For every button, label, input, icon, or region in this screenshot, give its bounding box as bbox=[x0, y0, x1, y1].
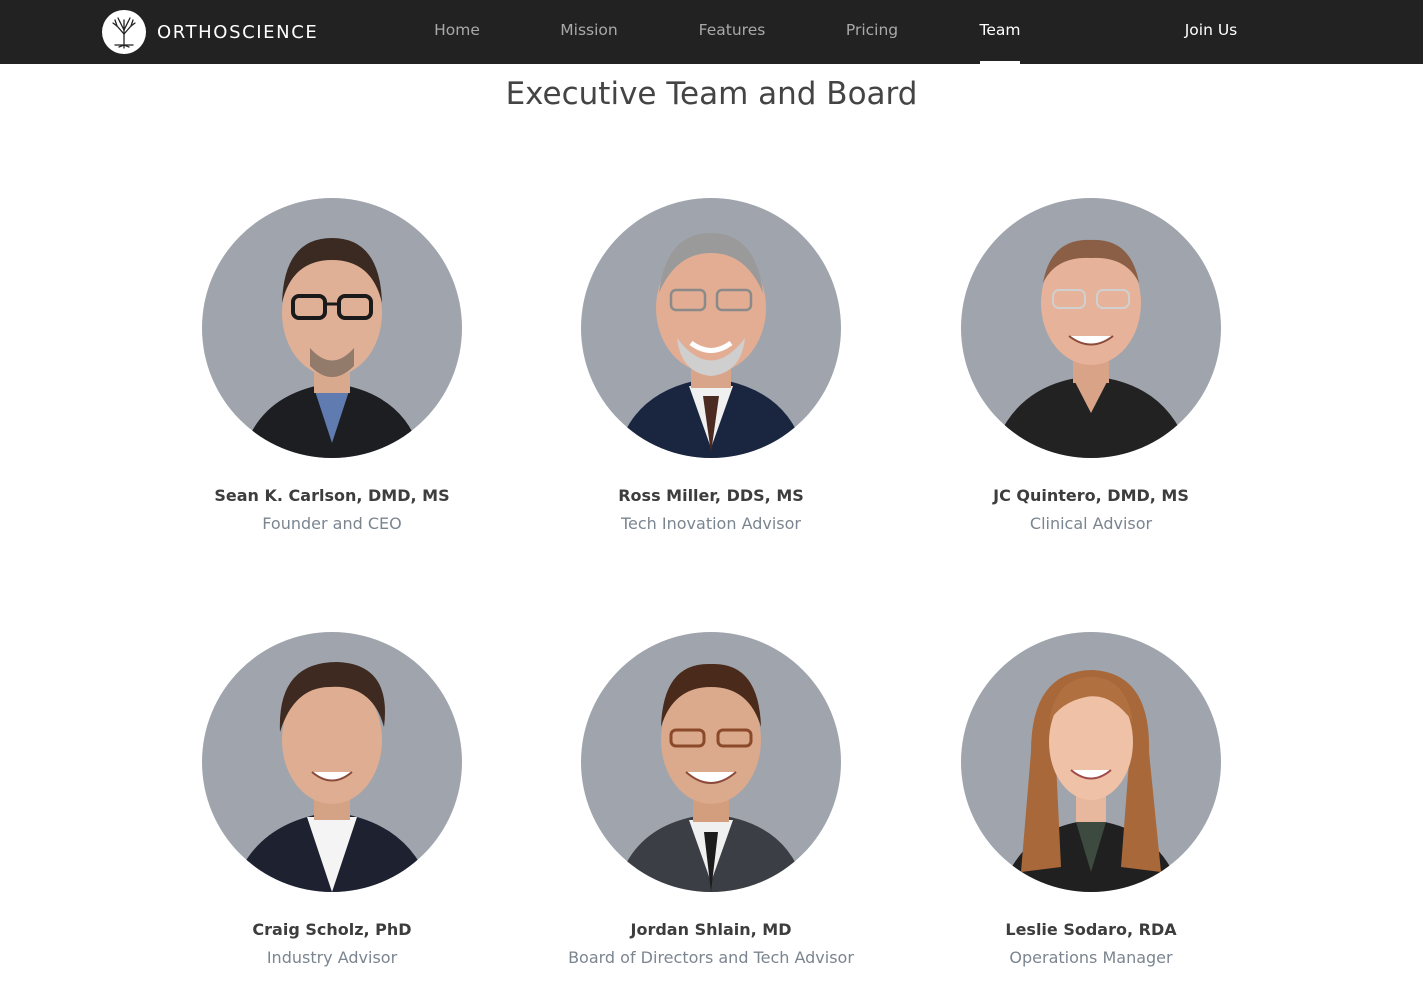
team-member-card: JC Quintero, DMD, MS Clinical Advisor bbox=[901, 198, 1281, 533]
member-role: Clinical Advisor bbox=[1029, 514, 1153, 533]
member-role: Tech Inovation Advisor bbox=[620, 514, 801, 533]
member-role: Operations Manager bbox=[1009, 948, 1173, 967]
nav-team-link[interactable]: Team bbox=[980, 21, 1021, 39]
member-name: Sean K. Carlson, DMD, MS bbox=[214, 486, 450, 505]
team-member-card: Sean K. Carlson, DMD, MS Founder and CEO bbox=[142, 198, 522, 533]
join-us-link[interactable]: Join Us bbox=[1185, 21, 1238, 39]
brand-name: ORTHOSCIENCE bbox=[157, 21, 319, 43]
member-role: Board of Directors and Tech Advisor bbox=[568, 948, 854, 967]
member-name: Ross Miller, DDS, MS bbox=[618, 486, 804, 505]
member-role: Industry Advisor bbox=[266, 948, 398, 967]
team-member-card: Leslie Sodaro, RDA Operations Manager bbox=[901, 632, 1281, 967]
member-photo bbox=[961, 632, 1221, 892]
member-photo bbox=[581, 632, 841, 892]
tree-logo-icon bbox=[102, 10, 146, 54]
member-role: Founder and CEO bbox=[262, 514, 402, 533]
member-photo bbox=[581, 198, 841, 458]
brand-home-link[interactable]: ORTHOSCIENCE bbox=[102, 10, 318, 54]
member-name: Jordan Shlain, MD bbox=[630, 920, 792, 939]
member-photo bbox=[202, 198, 462, 458]
nav-home-link[interactable]: Home bbox=[434, 21, 480, 39]
nav-features-link[interactable]: Features bbox=[699, 21, 766, 39]
top-navbar: ORTHOSCIENCE Home Mission Features Prici… bbox=[0, 0, 1423, 64]
member-name: Leslie Sodaro, RDA bbox=[1005, 920, 1177, 939]
page-title: Executive Team and Board bbox=[505, 76, 918, 112]
team-member-card: Ross Miller, DDS, MS Tech Inovation Advi… bbox=[521, 198, 901, 533]
team-member-card: Jordan Shlain, MD Board of Directors and… bbox=[521, 632, 901, 967]
member-photo bbox=[202, 632, 462, 892]
nav-mission-link[interactable]: Mission bbox=[560, 21, 617, 39]
member-name: JC Quintero, DMD, MS bbox=[993, 486, 1189, 505]
active-tab-indicator bbox=[980, 61, 1020, 64]
team-member-card: Craig Scholz, PhD Industry Advisor bbox=[142, 632, 522, 967]
member-photo bbox=[961, 198, 1221, 458]
nav-pricing-link[interactable]: Pricing bbox=[846, 21, 898, 39]
member-name: Craig Scholz, PhD bbox=[252, 920, 412, 939]
